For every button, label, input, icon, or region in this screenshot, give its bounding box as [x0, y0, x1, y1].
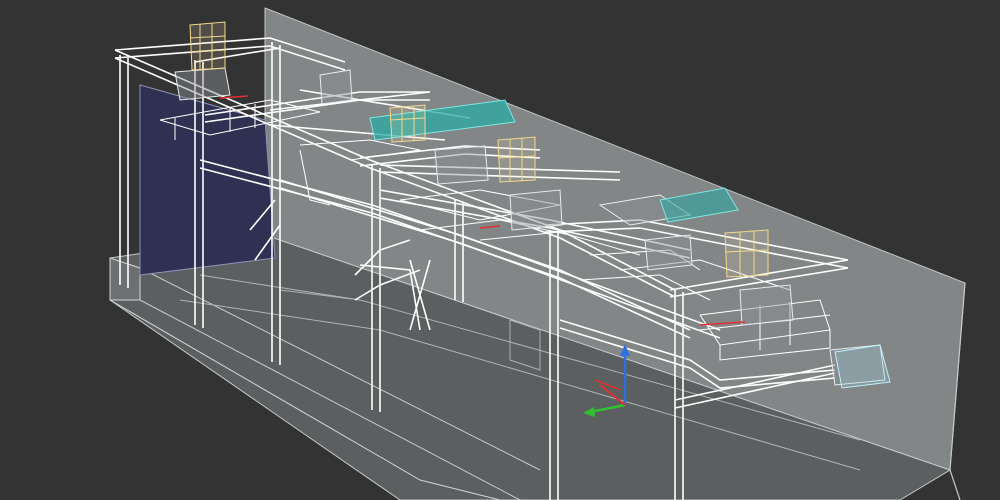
wireframe-scene	[109, 7, 966, 500]
fan-cage-3	[497, 136, 536, 183]
duct-3	[834, 344, 891, 389]
3d-viewport[interactable]	[0, 0, 1000, 500]
fan-cage-4	[724, 229, 769, 278]
fan-cage-2	[389, 104, 426, 143]
fan-cage-1	[189, 21, 226, 71]
